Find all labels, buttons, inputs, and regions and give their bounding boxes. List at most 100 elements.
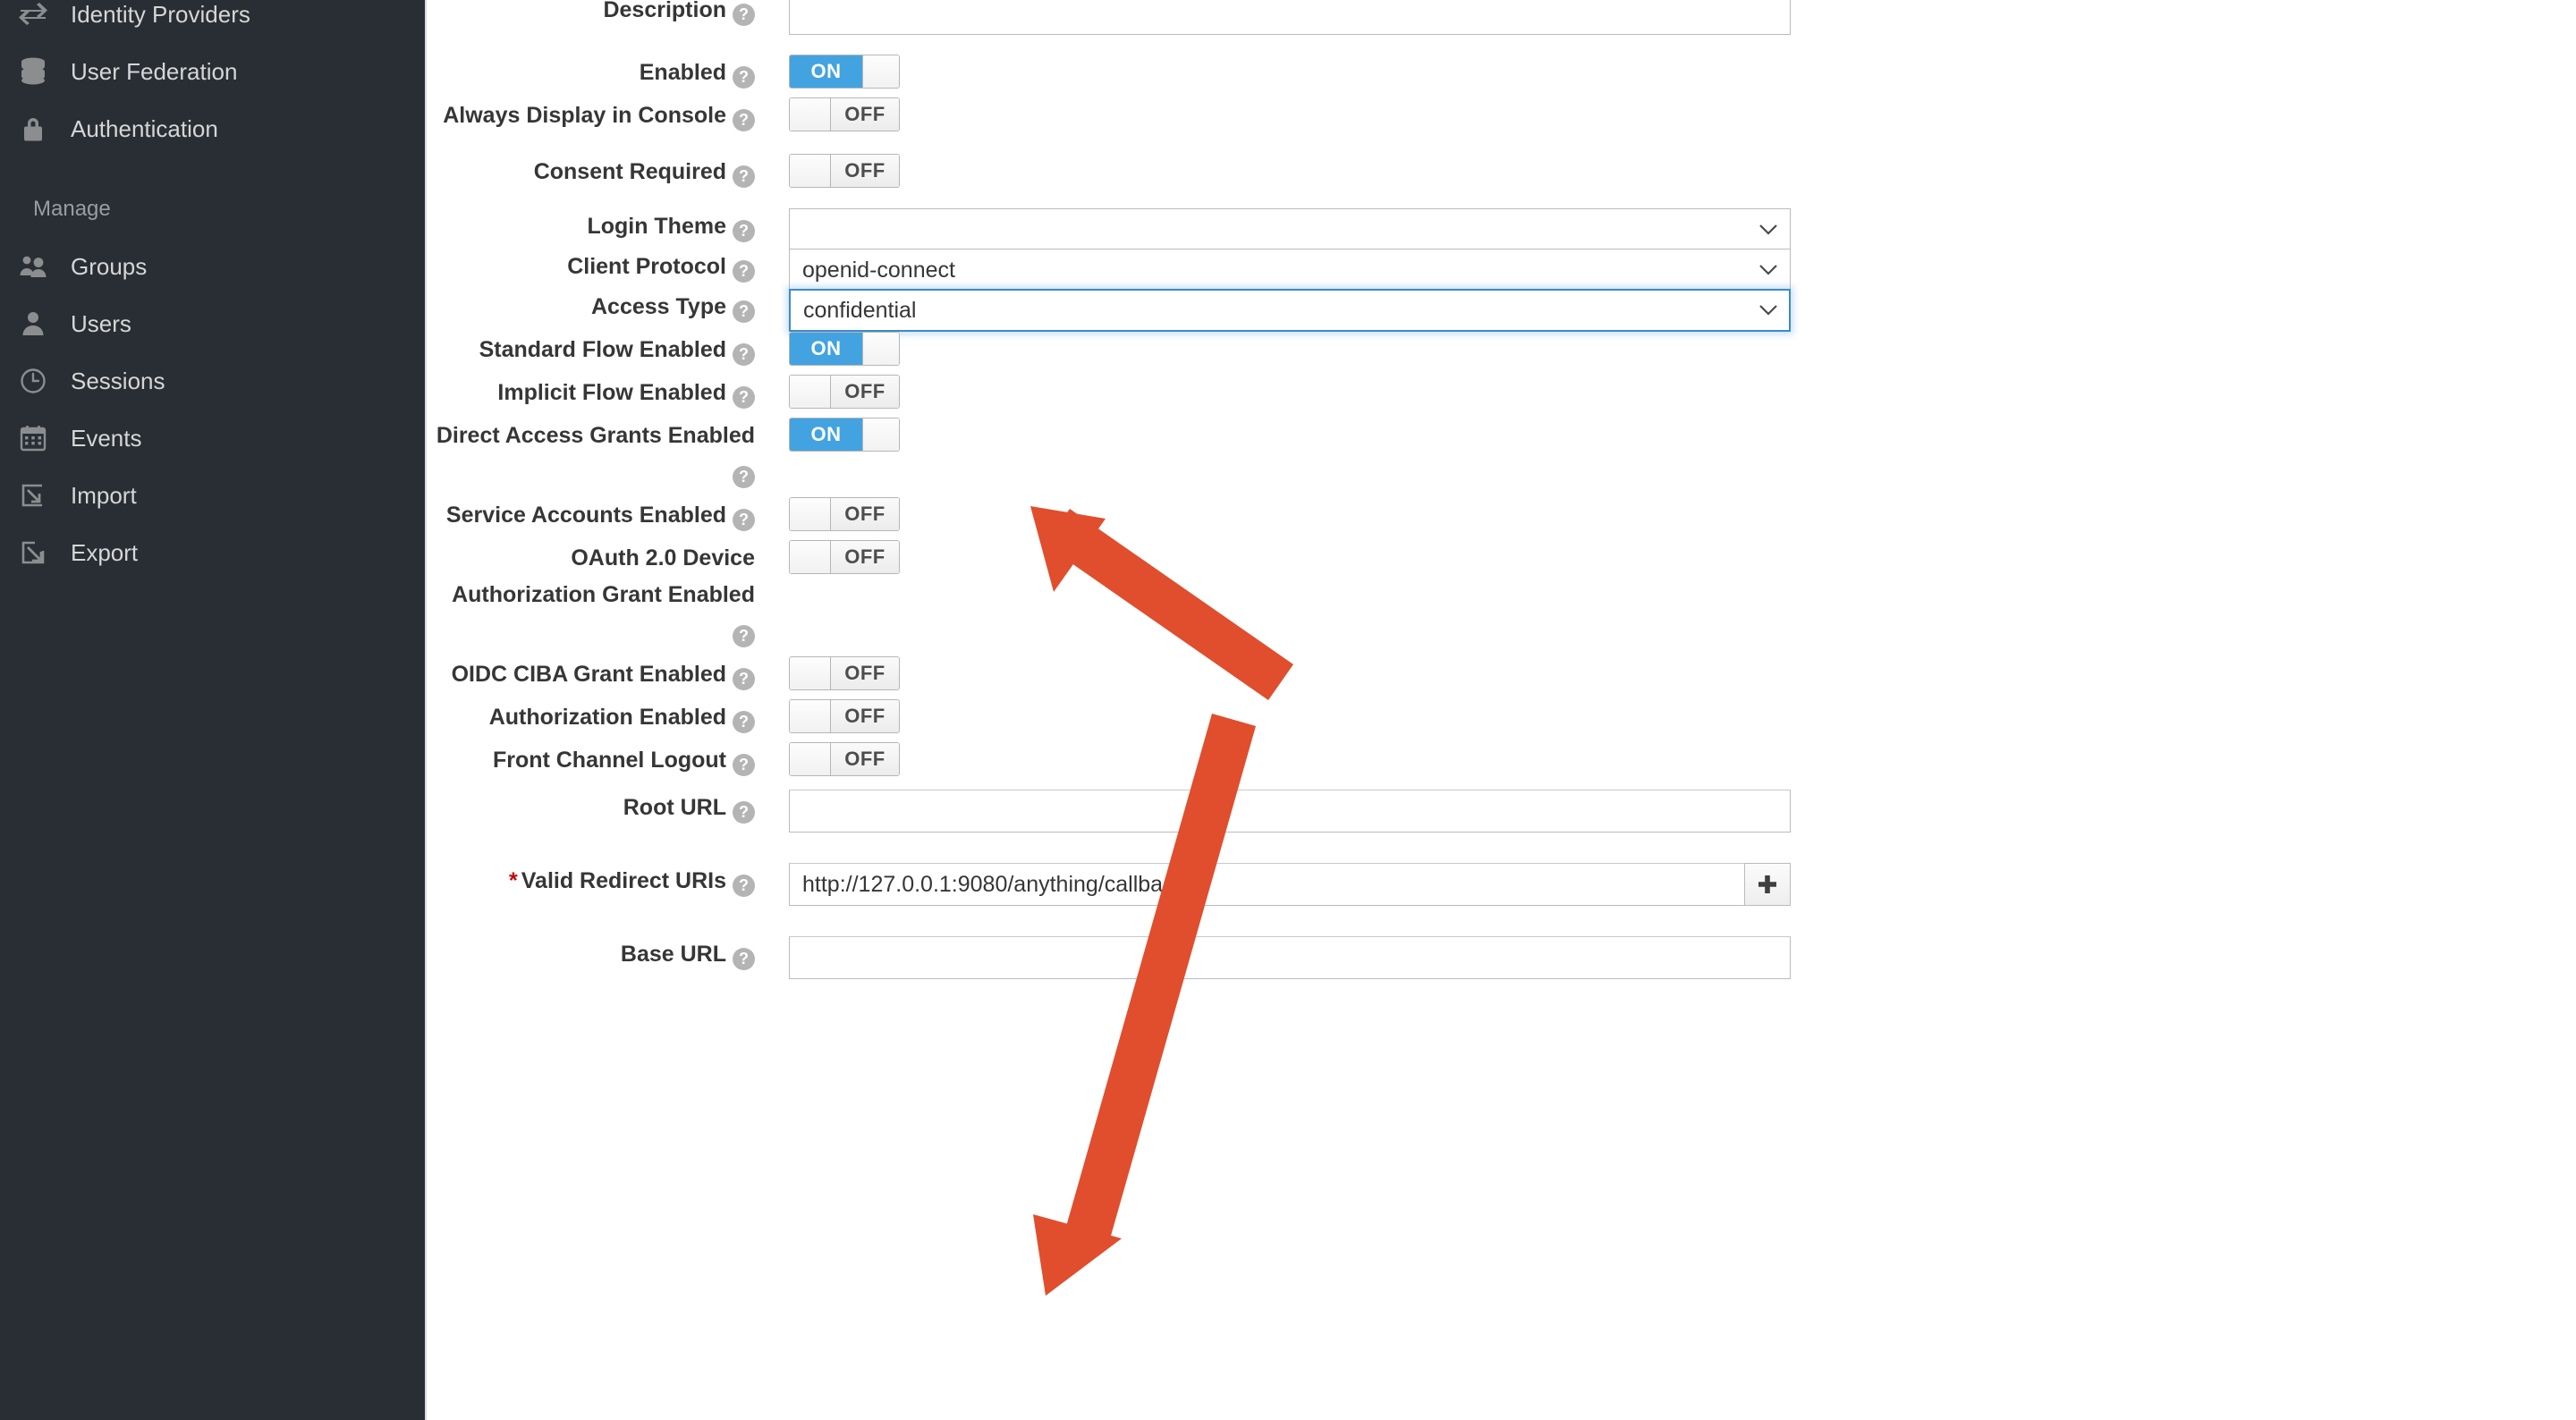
label-client-protocol: Client Protocol? (427, 249, 789, 285)
help-icon[interactable]: ? (733, 509, 755, 531)
valid-redirect-uris-group (789, 863, 1791, 906)
field-row-implicit-flow-enabled: Implicit Flow Enabled? OFF (427, 375, 2576, 411)
client-settings-form-panel: Description? Enabled? ON Always Display … (427, 0, 2576, 1420)
service-accounts-enabled-toggle[interactable]: OFF (789, 497, 900, 531)
login-theme-select[interactable] (789, 208, 1791, 251)
field-row-front-channel-logout: Front Channel Logout? OFF (427, 742, 2576, 779)
clock-icon (15, 366, 51, 396)
database-icon (15, 56, 51, 87)
help-icon[interactable]: ? (733, 668, 755, 690)
toggle-state-label: OFF (831, 657, 899, 689)
label-always-display-in-console: Always Display in Console? (427, 97, 789, 134)
group-users-icon (15, 251, 51, 282)
toggle-knob (862, 55, 899, 88)
sidebar-item-sessions[interactable]: Sessions (0, 352, 425, 410)
toggle-knob (790, 657, 831, 689)
field-row-login-theme: Login Theme? (427, 208, 2576, 251)
toggle-state-label: OFF (831, 541, 899, 573)
label-login-theme: Login Theme? (427, 208, 789, 245)
field-row-root-url: Root URL? (427, 790, 2576, 833)
label-access-type: Access Type? (427, 289, 789, 325)
description-input[interactable] (789, 0, 1791, 35)
toggle-state-label: OFF (831, 376, 899, 408)
help-icon[interactable]: ? (733, 260, 755, 283)
help-icon[interactable]: ? (733, 109, 755, 131)
help-icon[interactable]: ? (733, 386, 755, 409)
sidebar-item-export[interactable]: Export (0, 524, 425, 581)
label-oidc-ciba-grant-enabled: OIDC CIBA Grant Enabled? (427, 656, 789, 693)
sidebar-item-authentication[interactable]: Authentication (0, 100, 425, 157)
add-redirect-uri-button[interactable] (1744, 863, 1791, 906)
label-valid-redirect-uris: * Valid Redirect URIs? (427, 863, 789, 900)
toggle-knob (790, 700, 831, 732)
direct-access-grants-enabled-toggle[interactable]: ON (789, 418, 900, 452)
sidebar-item-groups[interactable]: Groups (0, 238, 425, 295)
required-marker: * (509, 868, 518, 893)
sidebar-item-user-federation[interactable]: User Federation (0, 43, 425, 100)
label-standard-flow-enabled: Standard Flow Enabled? (427, 332, 789, 368)
help-icon[interactable]: ? (733, 4, 755, 26)
field-row-access-type: Access Type? (427, 289, 2576, 332)
field-row-client-protocol: Client Protocol? (427, 249, 2576, 292)
help-icon[interactable]: ? (733, 466, 755, 488)
field-row-description: Description? (427, 0, 2576, 35)
authorization-enabled-toggle[interactable]: OFF (789, 699, 900, 733)
sidebar-nav: Identity Providers User Federation Authe… (0, 0, 427, 1420)
toggle-knob (790, 98, 831, 131)
help-icon[interactable]: ? (733, 165, 755, 188)
help-icon[interactable]: ? (733, 754, 755, 776)
sidebar-item-import[interactable]: Import (0, 467, 425, 524)
standard-flow-enabled-toggle[interactable]: ON (789, 332, 900, 366)
field-row-consent-required: Consent Required? OFF (427, 154, 2576, 190)
login-theme-select-wrap (789, 208, 1791, 251)
sidebar-item-users[interactable]: Users (0, 295, 425, 352)
toggle-knob (862, 418, 899, 451)
sidebar-item-label: Authentication (71, 115, 218, 142)
client-settings-form: Description? Enabled? ON Always Display … (427, 0, 2576, 979)
sidebar-item-events[interactable]: Events (0, 410, 425, 467)
sidebar-item-identity-providers[interactable]: Identity Providers (0, 0, 425, 43)
help-icon[interactable]: ? (733, 948, 755, 970)
toggle-state-label: ON (790, 55, 862, 88)
toggle-state-label: ON (790, 418, 862, 451)
help-icon[interactable]: ? (733, 66, 755, 89)
field-row-direct-access-grants-enabled: Direct Access Grants Enabled? ON (427, 418, 2576, 491)
client-protocol-select[interactable] (789, 249, 1791, 292)
field-row-standard-flow-enabled: Standard Flow Enabled? ON (427, 332, 2576, 368)
enabled-toggle[interactable]: ON (789, 55, 900, 89)
lock-icon (15, 114, 51, 144)
help-icon[interactable]: ? (733, 875, 755, 897)
help-icon[interactable]: ? (733, 220, 755, 242)
oauth-device-grant-enabled-toggle[interactable]: OFF (789, 540, 900, 574)
implicit-flow-enabled-toggle[interactable]: OFF (789, 375, 900, 409)
toggle-knob (790, 498, 831, 530)
valid-redirect-uris-input[interactable] (789, 863, 1744, 906)
toggle-state-label: OFF (831, 700, 899, 732)
label-root-url: Root URL? (427, 790, 789, 826)
oidc-ciba-grant-enabled-toggle[interactable]: OFF (789, 656, 900, 690)
always-display-in-console-toggle[interactable]: OFF (789, 97, 900, 131)
front-channel-logout-toggle[interactable]: OFF (789, 742, 900, 776)
access-type-select[interactable] (789, 289, 1791, 332)
sidebar-item-label: Users (71, 310, 131, 337)
help-icon[interactable]: ? (733, 300, 755, 323)
help-icon[interactable]: ? (733, 711, 755, 733)
root-url-input[interactable] (789, 790, 1791, 833)
sidebar-item-label: User Federation (71, 58, 238, 85)
consent-required-toggle[interactable]: OFF (789, 154, 900, 188)
help-icon[interactable]: ? (733, 343, 755, 366)
help-icon[interactable]: ? (733, 625, 755, 647)
toggle-knob (790, 541, 831, 573)
sidebar-item-label: Events (71, 425, 142, 452)
sidebar-section-manage: Manage (33, 197, 111, 221)
plus-icon (1758, 875, 1776, 893)
field-row-base-url: Base URL? (427, 936, 2576, 979)
help-icon[interactable]: ? (733, 801, 755, 824)
sidebar-item-label: Export (71, 539, 139, 566)
field-row-authorization-enabled: Authorization Enabled? OFF (427, 699, 2576, 736)
field-row-always-display-in-console: Always Display in Console? OFF (427, 97, 2576, 134)
import-arrow-icon (15, 480, 51, 511)
sidebar-item-label: Groups (71, 253, 148, 280)
base-url-input[interactable] (789, 936, 1791, 979)
toggle-knob (790, 376, 831, 408)
